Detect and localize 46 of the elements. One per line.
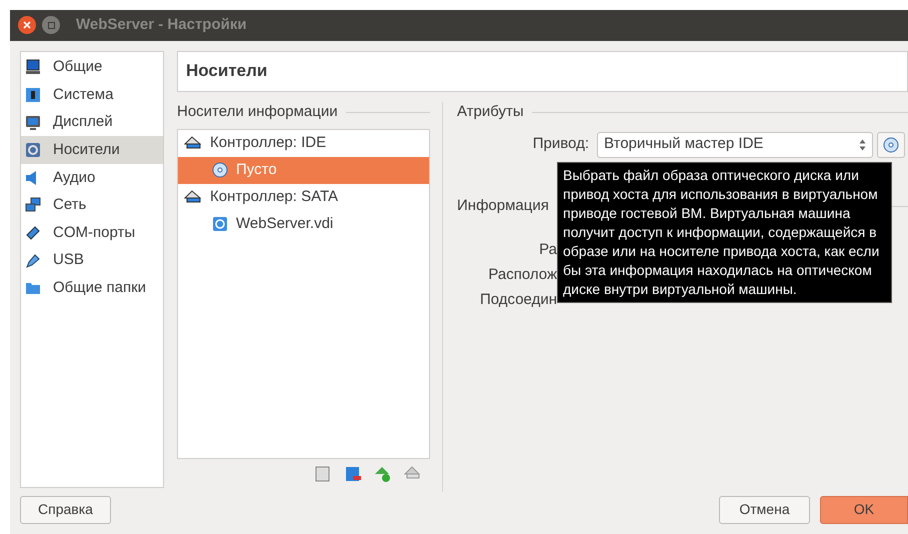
remove-controller-icon[interactable]	[344, 464, 362, 483]
usb-icon	[25, 252, 41, 269]
add-controller-icon[interactable]	[314, 464, 332, 483]
page-header: Носители	[177, 50, 908, 92]
close-icon	[23, 21, 31, 30]
sidebar-item[interactable]: Дисплей	[21, 108, 163, 136]
sidebar-item[interactable]: Аудио	[21, 164, 163, 192]
tooltip: Выбрать файл образа оптического диска или привод хоста для использования в виртуальном приводе гостевой ВМ. Виртуальная машина получит доступ к информации, содержащейся в образе или на носителе привода хоста, как если бы эта информация находилась на оптическом диске внутри виртуальной машины.	[557, 162, 892, 303]
info-label: Ра	[538, 240, 557, 260]
spinner-icon	[859, 138, 866, 152]
info-label: Подсоедин	[479, 290, 557, 310]
drive-label: Привод:	[532, 134, 590, 154]
sidebar-item[interactable]: COM-порты	[21, 219, 163, 247]
cancel-button[interactable]: Отмена	[719, 496, 810, 524]
help-button[interactable]: Справка	[20, 496, 111, 524]
sidebar-item[interactable]: Система	[21, 81, 163, 109]
tree-item[interactable]: WebServer.vdi	[178, 210, 429, 238]
maximize-button[interactable]	[42, 16, 60, 34]
cd-icon	[883, 136, 899, 153]
monitor-icon	[25, 59, 41, 76]
disk-icon	[25, 142, 41, 158]
sidebar-item[interactable]: Носители	[21, 136, 163, 164]
controller-icon	[184, 190, 202, 204]
sidebar-item[interactable]: Сеть	[21, 192, 163, 220]
close-button[interactable]	[18, 16, 36, 34]
info-label: Располож	[487, 264, 557, 285]
window-title: WebServer - Настройки	[76, 15, 247, 36]
network-icon	[25, 197, 41, 214]
ok-button[interactable]: OK	[820, 496, 908, 524]
section-title: Атрибуты	[457, 102, 524, 122]
section-title: Информация	[457, 196, 549, 216]
controller-icon	[184, 136, 202, 150]
tree-item[interactable]: Контроллер: IDE	[178, 130, 429, 157]
tree-item[interactable]: Контроллер: SATA	[178, 184, 429, 211]
folder-icon	[25, 280, 41, 296]
sidebar-item[interactable]: Общие	[21, 54, 163, 82]
sidebar-item[interactable]: Общие папки	[21, 274, 163, 302]
sidebar-item[interactable]: USB	[21, 246, 163, 274]
cd-icon	[212, 162, 228, 178]
drive-select[interactable]: Вторичный мастер IDE	[597, 132, 873, 158]
add-attachment-icon[interactable]	[374, 464, 392, 483]
chip-icon	[25, 87, 41, 104]
display-icon	[25, 114, 41, 131]
port-icon	[25, 224, 41, 241]
optical-disk-button[interactable]	[877, 132, 905, 158]
section-title: Носители информации	[177, 102, 338, 122]
